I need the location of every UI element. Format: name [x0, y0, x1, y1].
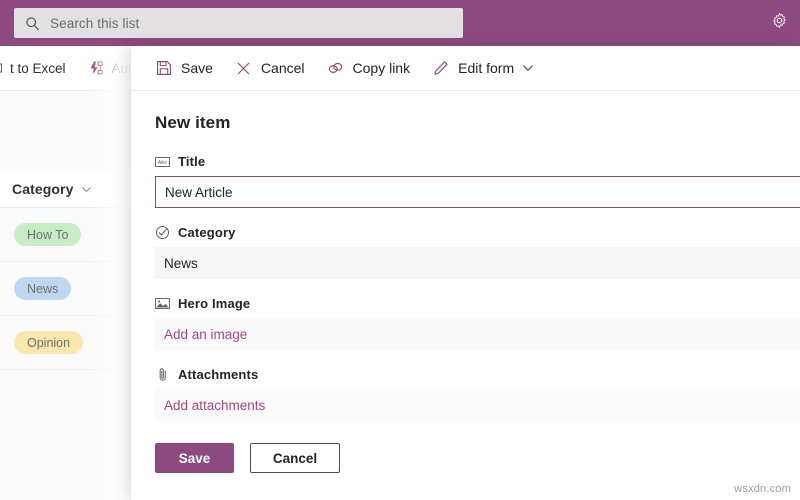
- form-actions: Save Cancel: [155, 443, 800, 473]
- edit-form-button[interactable]: Edit form: [432, 59, 534, 77]
- link-icon: [327, 59, 345, 77]
- search-input[interactable]: Search this list: [50, 16, 139, 31]
- add-attachments-link[interactable]: Add attachments: [155, 389, 800, 421]
- edit-form-label: Edit form: [458, 60, 514, 76]
- image-icon: [155, 296, 170, 311]
- new-item-form-panel: Save Cancel Copy link: [131, 46, 800, 500]
- chevron-down-icon[interactable]: [522, 62, 534, 74]
- category-value[interactable]: News: [155, 247, 800, 279]
- page-title: New item: [155, 113, 800, 133]
- field-attachments-label: Attachments: [178, 367, 258, 382]
- cancel-button[interactable]: Cancel: [250, 443, 340, 473]
- field-category: Category News: [155, 225, 800, 279]
- field-title-label: Title: [178, 154, 205, 169]
- choice-check-icon: [155, 225, 170, 240]
- save-button-toolbar[interactable]: Save: [155, 59, 213, 77]
- app-root: Category How To News Opinion: [0, 0, 800, 500]
- category-pill: News: [14, 277, 71, 300]
- pencil-icon: [432, 59, 450, 77]
- field-hero-image-label: Hero Image: [178, 296, 250, 311]
- save-button[interactable]: Save: [155, 443, 234, 473]
- search-box[interactable]: Search this list: [14, 8, 463, 38]
- app-header-bar: Search this list: [0, 0, 800, 46]
- title-input[interactable]: [155, 176, 800, 208]
- field-hero-image-label-row: Hero Image: [155, 296, 800, 311]
- field-category-label: Category: [178, 225, 236, 240]
- cancel-button-toolbar[interactable]: Cancel: [235, 59, 305, 77]
- settings-button[interactable]: [766, 10, 792, 36]
- gear-icon: [771, 12, 788, 34]
- column-header-label: Category: [12, 181, 73, 197]
- form-toolbar: Save Cancel Copy link: [131, 46, 800, 91]
- field-hero-image: Hero Image Add an image: [155, 296, 800, 350]
- paperclip-icon: [155, 367, 170, 382]
- field-attachments: Attachments Add attachments: [155, 367, 800, 421]
- field-title: Abc Title: [155, 154, 800, 208]
- add-an-image-link[interactable]: Add an image: [155, 318, 800, 350]
- category-pill: How To: [14, 223, 81, 246]
- export-to-excel-label: t to Excel: [10, 61, 66, 76]
- copy-link-button[interactable]: Copy link: [327, 59, 411, 77]
- automate-icon: [88, 60, 105, 77]
- copy-link-label: Copy link: [353, 60, 411, 76]
- form-body: New item Abc Title: [131, 91, 800, 473]
- search-icon: [24, 15, 40, 31]
- watermark: wsxdn.com: [734, 483, 791, 495]
- save-icon: [155, 59, 173, 77]
- close-icon: [235, 59, 253, 77]
- excel-export-icon: [0, 60, 3, 77]
- field-attachments-label-row: Attachments: [155, 367, 800, 382]
- save-label: Save: [181, 60, 213, 76]
- field-title-label-row: Abc Title: [155, 154, 800, 169]
- field-category-label-row: Category: [155, 225, 800, 240]
- cancel-label: Cancel: [261, 60, 305, 76]
- svg-text:Abc: Abc: [158, 160, 168, 166]
- chevron-down-icon[interactable]: [81, 184, 92, 195]
- export-to-excel-button[interactable]: t to Excel: [0, 60, 66, 77]
- category-pill: Opinion: [14, 331, 83, 354]
- abc-text-icon: Abc: [155, 154, 170, 169]
